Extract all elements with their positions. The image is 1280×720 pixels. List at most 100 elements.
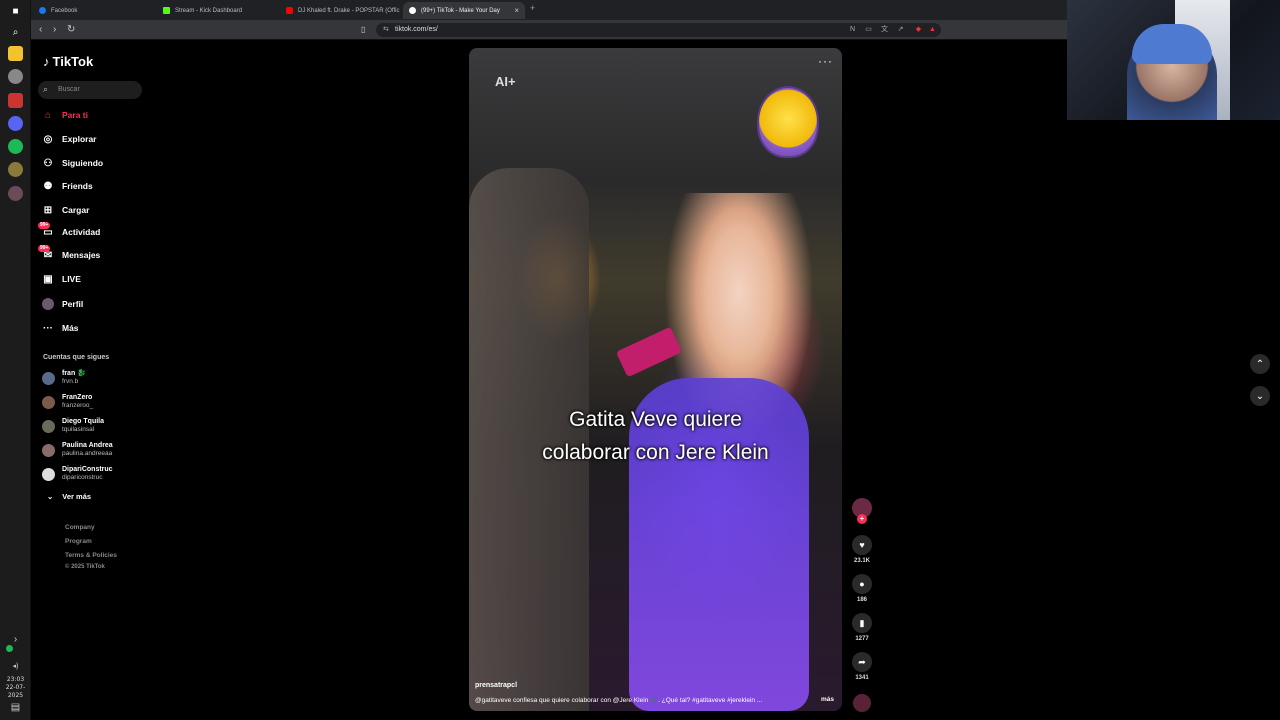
tiktok-logo[interactable]: ♪ TikTok xyxy=(43,54,93,69)
comment-button[interactable]: ● 186 xyxy=(851,574,873,603)
following-section-title: Cuentas que sigues xyxy=(43,354,110,361)
more-options-icon[interactable]: ··· xyxy=(818,54,833,68)
reload-icon[interactable]: ↻ xyxy=(67,24,75,36)
screen: ■ ⌕ › ◂) 23:03 22-07-2025 ▤ Facebook Str… xyxy=(0,0,1280,720)
nav-para-ti[interactable]: ⌂ Para ti xyxy=(42,108,88,122)
tab-kick[interactable]: Stream - Kick Dashboard xyxy=(157,2,279,19)
search-icon[interactable]: ⌕ xyxy=(8,25,23,40)
friends-icon: ⚉ xyxy=(43,180,53,192)
nav-actividad[interactable]: ▭ 99+ Actividad xyxy=(38,222,100,239)
tiktok-note-icon: ♪ xyxy=(43,54,50,69)
chevron-up-icon: ⌃ xyxy=(1255,358,1265,370)
tab-youtube[interactable]: DJ Khaled ft. Drake - POPSTAR (Offic xyxy=(280,2,402,19)
avatar xyxy=(42,419,55,433)
app-icon[interactable] xyxy=(8,186,23,201)
profile-icon xyxy=(42,298,54,310)
share-icon: ➦ xyxy=(852,652,872,672)
share-button[interactable]: ➦ 1341 xyxy=(851,652,873,681)
video-author[interactable]: prensatrapcl xyxy=(475,682,517,689)
spotify-tray-icon[interactable] xyxy=(6,645,13,652)
windows-start-icon[interactable]: ■ xyxy=(8,4,23,19)
following-account[interactable]: Diego Tquila tquilasinsal xyxy=(42,416,104,436)
file-explorer-icon[interactable] xyxy=(8,46,23,61)
webcam-overlay xyxy=(1067,0,1280,120)
follow-plus-icon[interactable]: + xyxy=(857,514,867,524)
nav-explorar[interactable]: ◎ Explorar xyxy=(42,132,97,146)
nav-mas[interactable]: ··· Más xyxy=(42,321,79,335)
video-figure xyxy=(469,168,589,711)
discord-icon[interactable] xyxy=(8,116,23,131)
tab-facebook[interactable]: Facebook xyxy=(33,2,155,19)
video-caption-line: Gatita Veve quiere xyxy=(569,408,742,431)
upload-icon: ⊞ xyxy=(43,204,53,216)
youtube-icon xyxy=(286,7,293,14)
music-disc-icon[interactable] xyxy=(853,694,871,712)
clock-time: 23:03 xyxy=(6,676,25,683)
mascot-sticker-icon xyxy=(757,86,819,158)
search-icon: ⌕ xyxy=(43,84,49,94)
cast-icon[interactable]: ▭ xyxy=(864,25,873,34)
forward-icon[interactable]: › xyxy=(53,24,56,36)
site-info-icon[interactable]: ⇆ xyxy=(383,25,389,33)
avatar xyxy=(42,467,55,481)
bookmark-icon: ▮ xyxy=(852,613,872,633)
footer-link[interactable]: Terms & Policies xyxy=(65,552,117,559)
share-count: 1341 xyxy=(855,675,869,681)
nav-friends[interactable]: ⚉ Friends xyxy=(42,179,93,193)
spotify-icon[interactable] xyxy=(8,139,23,154)
ai-label: AI+ xyxy=(495,74,516,89)
new-tab-button[interactable]: + xyxy=(530,3,535,13)
previous-video-button[interactable]: ⌃ xyxy=(1250,354,1270,374)
following-account[interactable]: Paulina Andrea paulina.andreeaa xyxy=(42,440,113,460)
app-icon[interactable] xyxy=(8,69,23,84)
back-icon[interactable]: ‹ xyxy=(39,24,42,36)
following-account[interactable]: FranZero franzeroo_ xyxy=(42,392,93,412)
next-video-button[interactable]: ⌄ xyxy=(1250,386,1270,406)
kick-icon xyxy=(163,7,170,14)
volume-icon[interactable]: ◂) xyxy=(8,658,23,673)
chevron-down-icon: ⌄ xyxy=(1255,390,1265,402)
browser-icon[interactable] xyxy=(8,93,23,108)
facebook-icon xyxy=(39,7,46,14)
nav-siguiendo[interactable]: ⚇ Siguiendo xyxy=(42,156,104,170)
avatar xyxy=(42,371,55,385)
video-caption-line: colaborar con Jere Klein xyxy=(542,441,769,464)
windows-taskbar: ■ ⌕ › ◂) 23:03 22-07-2025 ▤ xyxy=(0,0,31,720)
see-more-button[interactable]: ⌄ Ver más xyxy=(47,492,91,501)
following-account[interactable]: DipariConstruc dipariconstruc xyxy=(42,464,113,484)
compass-icon: ◎ xyxy=(43,133,53,145)
search-input[interactable]: ⌕ Buscar xyxy=(38,81,142,99)
nav-live[interactable]: ▣ LIVE xyxy=(42,272,81,286)
save-button[interactable]: ▮ 1277 xyxy=(851,613,873,642)
avatar xyxy=(42,443,55,457)
extension-icon[interactable]: N xyxy=(848,25,857,34)
extension-badge-icon[interactable]: ◆ xyxy=(914,25,923,34)
description-more-link[interactable]: más xyxy=(821,696,834,703)
comment-icon: ● xyxy=(852,574,872,594)
notification-icon[interactable]: ▤ xyxy=(8,700,23,715)
nav-cargar[interactable]: ⊞ Cargar xyxy=(42,203,90,217)
close-icon[interactable]: × xyxy=(514,6,519,15)
translate-icon[interactable]: 文 xyxy=(880,25,889,34)
nav-perfil[interactable]: Perfil xyxy=(42,297,83,311)
clock-date: 22-07-2025 xyxy=(5,684,26,699)
bookmark-icon[interactable]: ▯ xyxy=(361,24,365,36)
video-player[interactable]: AI+ ··· Gatita Veve quiere colaborar con… xyxy=(469,48,842,711)
live-icon: ▣ xyxy=(43,273,53,285)
home-icon: ⌂ xyxy=(44,109,52,121)
app-icon[interactable] xyxy=(8,162,23,177)
activity-badge: 99+ xyxy=(38,222,51,229)
tab-tiktok[interactable]: (99+) TikTok - Make Your Day × xyxy=(403,2,525,19)
footer-link[interactable]: Company xyxy=(65,524,95,531)
chevron-down-icon: ⌄ xyxy=(47,492,54,501)
warning-icon[interactable]: ▲ xyxy=(928,25,937,34)
address-bar[interactable]: ⇆ tiktok.com/es/ N ▭ 文 ↗ ◆ ▲ xyxy=(376,23,941,37)
footer-copyright: © 2025 TikTok xyxy=(65,564,105,570)
footer-link[interactable]: Program xyxy=(65,538,92,545)
video-description: @gatitaveve confiesa que quiere colabora… xyxy=(475,697,763,704)
following-account[interactable]: fran 🐉 frvn.b xyxy=(42,368,86,388)
messages-badge: 99+ xyxy=(38,245,51,252)
like-button[interactable]: ♥ 23.1K xyxy=(851,535,873,564)
share-icon[interactable]: ↗ xyxy=(896,25,905,34)
nav-mensajes[interactable]: ✉ 99+ Mensajes xyxy=(38,245,100,262)
